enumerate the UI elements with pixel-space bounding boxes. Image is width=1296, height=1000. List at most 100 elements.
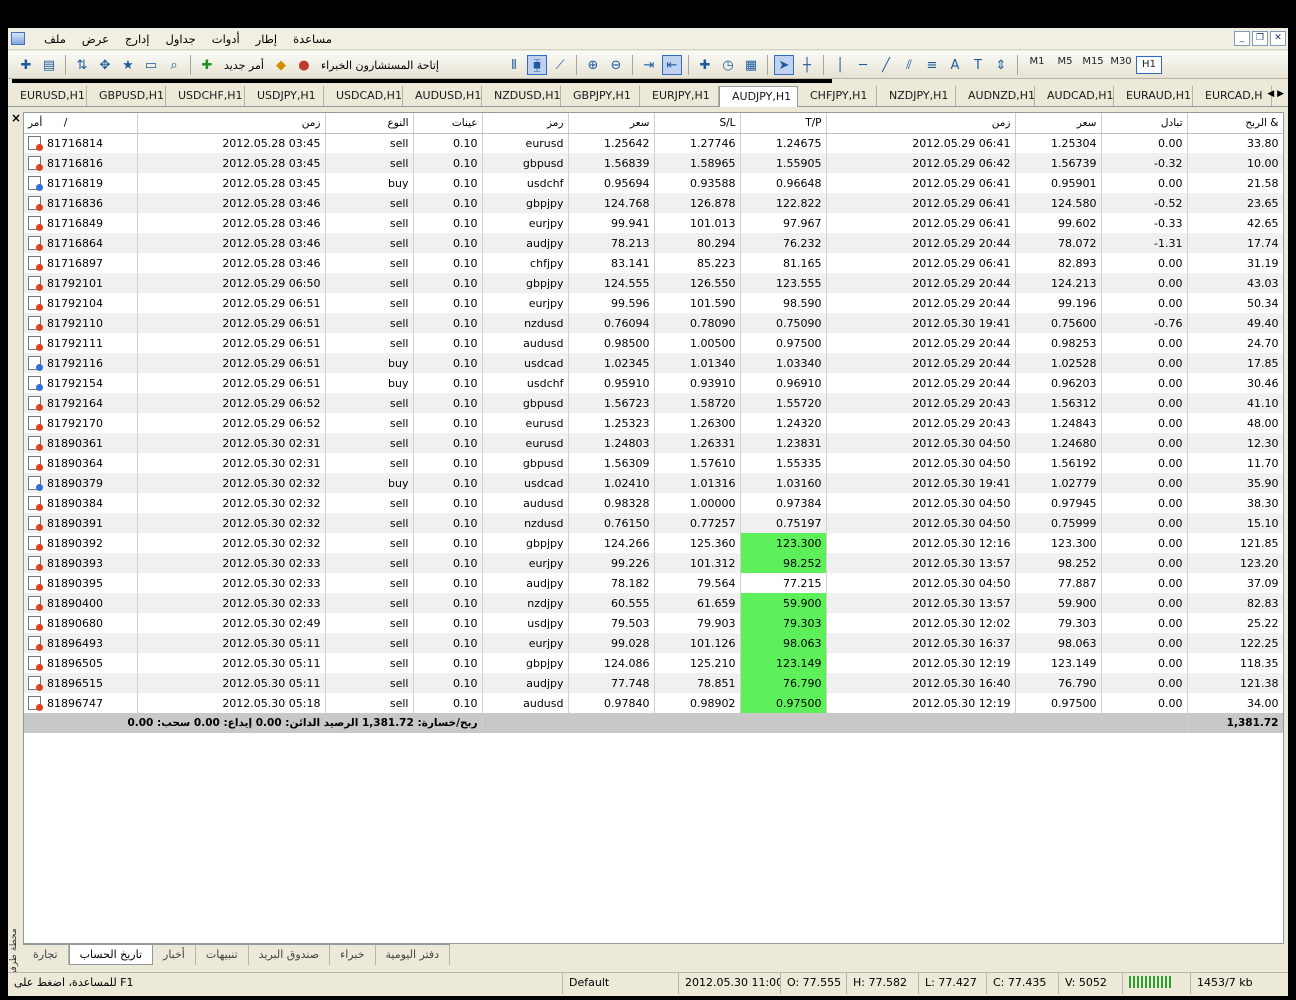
col-order[interactable]: أمر / — [24, 113, 138, 134]
terminal-tab[interactable]: أخبار — [153, 945, 196, 965]
terminal-tab[interactable]: تاريخ الحساب — [68, 945, 154, 965]
new-order-icon[interactable]: ✚ — [197, 55, 217, 75]
menu-item[interactable]: جداول — [158, 32, 204, 46]
chart-tab[interactable]: USDCHF,H1 — [166, 86, 245, 106]
zoom-in-icon[interactable]: ⊕ — [583, 55, 603, 75]
timeframe-button[interactable]: M5 — [1052, 56, 1078, 74]
terminal-icon[interactable]: ▭ — [141, 55, 161, 75]
table-row[interactable]: 81890364 2012.05.30 02:31 sell 0.10 gbpusd 1.… — [24, 453, 1283, 473]
metaeditor-icon[interactable]: ◆ — [271, 55, 291, 75]
table-row[interactable]: 81896505 2012.05.30 05:11 sell 0.10 gbpjpy 12… — [24, 653, 1283, 673]
zoom-out-icon[interactable]: ⊖ — [606, 55, 626, 75]
chart-tab[interactable]: EURCAD,H — [1193, 86, 1272, 106]
terminal-tab[interactable]: تنبيهات — [196, 945, 249, 965]
col-type[interactable]: النوع — [325, 113, 414, 134]
table-row[interactable]: 81890361 2012.05.30 02:31 sell 0.10 eurusd 1.… — [24, 433, 1283, 453]
chart-tab[interactable]: EURJPY,H1 — [640, 86, 719, 106]
close-panel-icon[interactable]: × — [11, 111, 21, 125]
chart-tab[interactable]: AUDCAD,H1 — [1035, 86, 1114, 106]
chart-tab[interactable]: USDCAD,H1 — [324, 86, 403, 106]
chart-tab[interactable]: CHFJPY,H1 — [798, 86, 877, 106]
templates-icon[interactable]: ▦ — [741, 55, 761, 75]
col-open-time[interactable]: زمن — [137, 113, 326, 134]
menu-item[interactable]: أدوات — [204, 32, 248, 46]
favorites-icon[interactable]: ★ — [118, 55, 138, 75]
col-swap[interactable]: تبادل — [1101, 113, 1188, 134]
timeframe-button[interactable]: M15 — [1080, 56, 1106, 74]
table-row[interactable]: 81716864 2012.05.28 03:46 sell 0.10 audjpy 78… — [24, 233, 1283, 253]
table-row[interactable]: 81896515 2012.05.30 05:11 sell 0.10 audjpy 77… — [24, 673, 1283, 693]
table-row[interactable]: 81792110 2012.05.29 06:51 sell 0.10 nzdusd 0.… — [24, 313, 1283, 333]
table-row[interactable]: 81792101 2012.05.29 06:50 sell 0.10 gbpjpy 12… — [24, 273, 1283, 293]
terminal-tab[interactable]: دفتر اليومية — [376, 945, 451, 965]
market-watch-icon[interactable]: ⇅ — [72, 55, 92, 75]
table-row[interactable]: 81890391 2012.05.30 02:32 sell 0.10 nzdusd 0.… — [24, 513, 1283, 533]
table-row[interactable]: 81792164 2012.05.29 06:52 sell 0.10 gbpusd 1.… — [24, 393, 1283, 413]
table-row[interactable]: 81890393 2012.05.30 02:33 sell 0.10 eurjpy 99… — [24, 553, 1283, 573]
expert-advisors-button[interactable]: إتاحة المستشارون الخبراء — [317, 59, 443, 72]
restore-icon[interactable]: ❐ — [1252, 31, 1268, 46]
menu-item[interactable]: ملف — [36, 32, 74, 46]
fibonacci-icon[interactable]: ≡ — [922, 55, 942, 75]
table-row[interactable]: 81792111 2012.05.29 06:51 sell 0.10 audusd 0.… — [24, 333, 1283, 353]
horizontal-line-icon[interactable]: ─ — [853, 55, 873, 75]
table-row[interactable]: 81890384 2012.05.30 02:32 sell 0.10 audusd 0.… — [24, 493, 1283, 513]
terminal-tab[interactable]: خبراء — [330, 945, 376, 965]
table-row[interactable]: 81716849 2012.05.28 03:46 sell 0.10 eurjpy 99… — [24, 213, 1283, 233]
navigator-icon[interactable]: ✥ — [95, 55, 115, 75]
close-icon[interactable]: ✕ — [1270, 31, 1286, 46]
indicators-icon[interactable]: ✚ — [695, 55, 715, 75]
table-row[interactable]: 81890392 2012.05.30 02:32 sell 0.10 gbpjpy 12… — [24, 533, 1283, 553]
equidistant-channel-icon[interactable]: ⫽ — [899, 55, 919, 75]
table-row[interactable]: 81716814 2012.05.28 03:45 sell 0.10 eurusd 1.… — [24, 133, 1283, 153]
vertical-line-icon[interactable]: │ — [830, 55, 850, 75]
chart-tab[interactable]: USDJPY,H1 — [245, 86, 324, 106]
menu-item[interactable]: مساعدة — [285, 32, 340, 46]
terminal-tab[interactable]: صندوق البريد — [249, 945, 331, 965]
col-open-price[interactable]: سعر — [568, 113, 655, 134]
chart-tab[interactable]: GBPUSD,H1 — [87, 86, 166, 106]
table-row[interactable]: 81716836 2012.05.28 03:46 sell 0.10 gbpjpy 12… — [24, 193, 1283, 213]
strategy-tester-icon[interactable]: ⌕ — [164, 55, 184, 75]
table-row[interactable]: 81792154 2012.05.29 06:51 buy 0.10 usdchf 0.9… — [24, 373, 1283, 393]
col-tp[interactable]: T/P — [740, 113, 827, 134]
menu-item[interactable]: عرض — [74, 32, 117, 46]
chart-tab[interactable]: AUDUSD,H1 — [403, 86, 482, 106]
trendline-icon[interactable]: ╱ — [876, 55, 896, 75]
col-symbol[interactable]: رمز — [482, 113, 569, 134]
cursor-icon[interactable]: ➤ — [774, 55, 794, 75]
expert-advisors-icon[interactable]: ● — [294, 55, 314, 75]
table-row[interactable]: 81896747 2012.05.30 05:18 sell 0.10 audusd 0.… — [24, 693, 1283, 713]
table-row[interactable]: 81890395 2012.05.30 02:33 sell 0.10 audjpy 78… — [24, 573, 1283, 593]
chart-tab[interactable]: GBPJPY,H1 — [561, 86, 640, 106]
profiles-icon[interactable]: ▤ — [39, 55, 59, 75]
menu-item[interactable]: إدارج — [117, 32, 158, 46]
table-row[interactable]: 81896493 2012.05.30 05:11 sell 0.10 eurjpy 99… — [24, 633, 1283, 653]
table-row[interactable]: 81716816 2012.05.28 03:45 sell 0.10 gbpusd 1.… — [24, 153, 1283, 173]
chart-tab[interactable]: NZDJPY,H1 — [877, 86, 956, 106]
table-row[interactable]: 81792104 2012.05.29 06:51 sell 0.10 eurjpy 99… — [24, 293, 1283, 313]
timeframe-button[interactable]: H1 — [1136, 56, 1162, 74]
col-sl[interactable]: S/L — [654, 113, 741, 134]
chart-tab[interactable]: EURUSD,H1 — [8, 86, 87, 106]
timeframe-button[interactable]: M30 — [1108, 56, 1134, 74]
table-row[interactable]: 81890680 2012.05.30 02:49 sell 0.10 usdjpy 79… — [24, 613, 1283, 633]
table-row[interactable]: 81716897 2012.05.28 03:46 sell 0.10 chfjpy 83… — [24, 253, 1283, 273]
table-row[interactable]: 81890379 2012.05.30 02:32 buy 0.10 usdcad 1.0… — [24, 473, 1283, 493]
new-order-button[interactable]: أمر جديد — [220, 59, 268, 72]
menu-item[interactable]: إطار — [248, 32, 285, 46]
bar-chart-icon[interactable]: ⫴ — [504, 55, 524, 75]
arrows-icon[interactable]: ⇕ — [991, 55, 1011, 75]
col-close-price[interactable]: سعر — [1015, 113, 1102, 134]
col-profit[interactable]: الربح & — [1187, 113, 1283, 134]
tab-scroll-arrows[interactable]: ◀ ▶ — [1267, 89, 1284, 99]
chart-tab[interactable]: AUDJPY,H1 — [719, 86, 798, 107]
chart-tab[interactable]: NZDUSD,H1 — [482, 86, 561, 106]
chart-tab[interactable]: AUDNZD,H1 — [956, 86, 1035, 106]
text-label-icon[interactable]: T — [968, 55, 988, 75]
auto-scroll-icon[interactable]: ⇥ — [639, 55, 659, 75]
periods-icon[interactable]: ◷ — [718, 55, 738, 75]
table-row[interactable]: 81716819 2012.05.28 03:45 buy 0.10 usdchf 0.9… — [24, 173, 1283, 193]
crosshair-icon[interactable]: ┼ — [797, 55, 817, 75]
new-chart-icon[interactable]: ✚ — [16, 55, 36, 75]
